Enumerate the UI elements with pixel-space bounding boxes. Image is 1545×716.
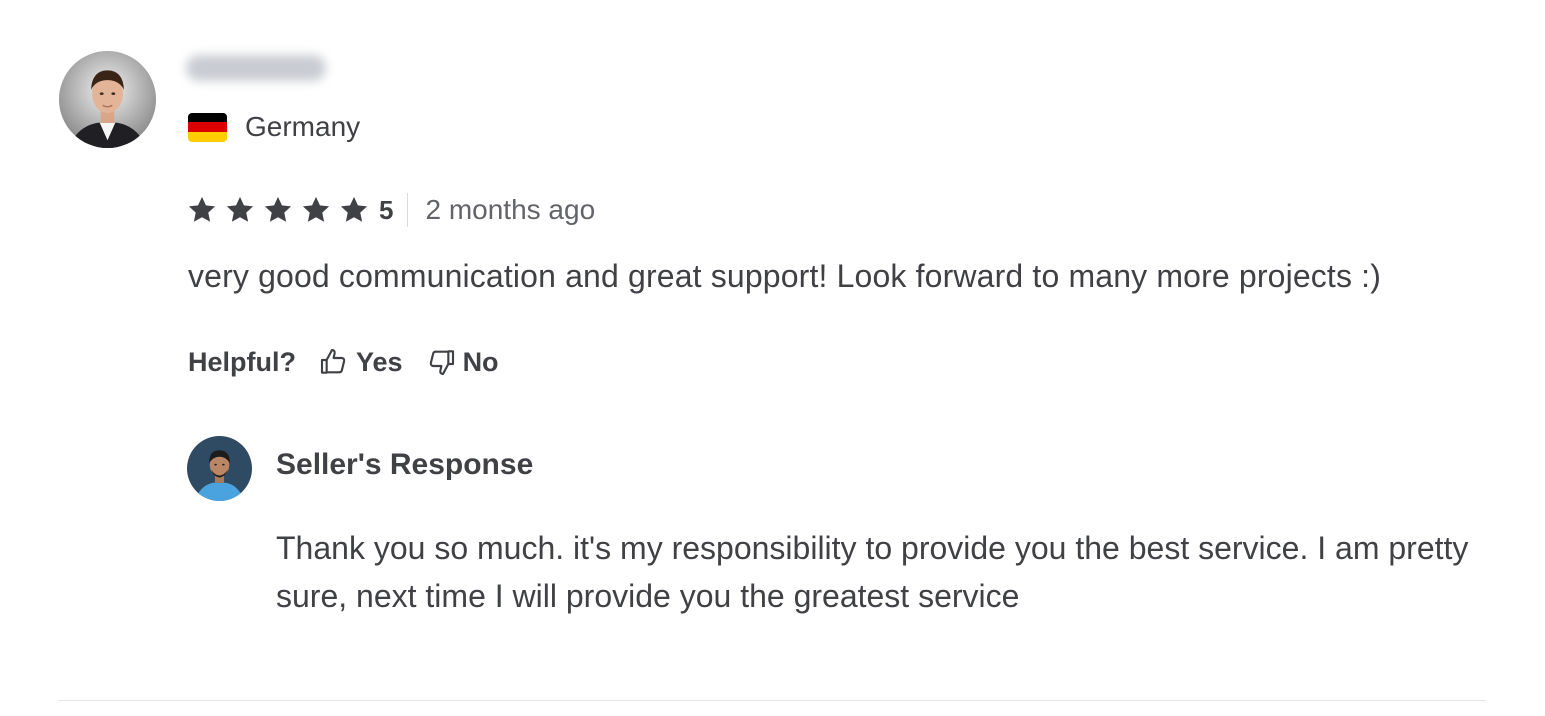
helpful-yes-button[interactable]: Yes <box>318 346 403 378</box>
review-time-ago: 2 months ago <box>425 194 596 225</box>
thumbs-down-icon <box>429 350 454 376</box>
reviewer-username-blurred <box>186 55 326 81</box>
helpful-no-label: No <box>462 346 499 377</box>
seller-response-title: Seller's Response <box>276 448 534 481</box>
rating-value: 5 <box>379 194 394 225</box>
star-rating <box>186 194 376 226</box>
rating-row: 5 2 months ago <box>186 188 595 232</box>
star-icon <box>300 194 332 226</box>
star-icon <box>262 194 294 226</box>
reviewer-photo <box>59 51 156 148</box>
germany-flag-icon <box>188 112 227 142</box>
star-icon <box>186 194 218 226</box>
helpful-no-button[interactable]: No <box>425 346 499 378</box>
seller-response-text: Thank you so much. it's my responsibilit… <box>276 530 1469 614</box>
flag-stripe-gold <box>188 131 227 142</box>
reviewer-avatar[interactable] <box>59 51 156 148</box>
helpful-row: Helpful? Yes No <box>188 340 521 384</box>
vertical-divider <box>407 193 409 227</box>
seller-photo <box>187 436 252 501</box>
helpful-label: Helpful? <box>188 346 296 377</box>
thumbs-up-icon <box>320 348 346 374</box>
star-icon <box>224 194 256 226</box>
star-icon <box>338 194 370 226</box>
flag-stripe-red <box>188 122 227 132</box>
helpful-yes-label: Yes <box>356 346 403 377</box>
reviewer-country: Germany <box>188 108 360 146</box>
review-bottom-divider <box>58 700 1486 701</box>
review-text: very good communication and great suppor… <box>188 258 1382 294</box>
country-name: Germany <box>245 111 361 142</box>
flag-stripe-black <box>188 112 227 123</box>
review-card: Germany 5 2 months ago very good communi… <box>0 0 1545 716</box>
seller-avatar[interactable] <box>187 436 252 501</box>
